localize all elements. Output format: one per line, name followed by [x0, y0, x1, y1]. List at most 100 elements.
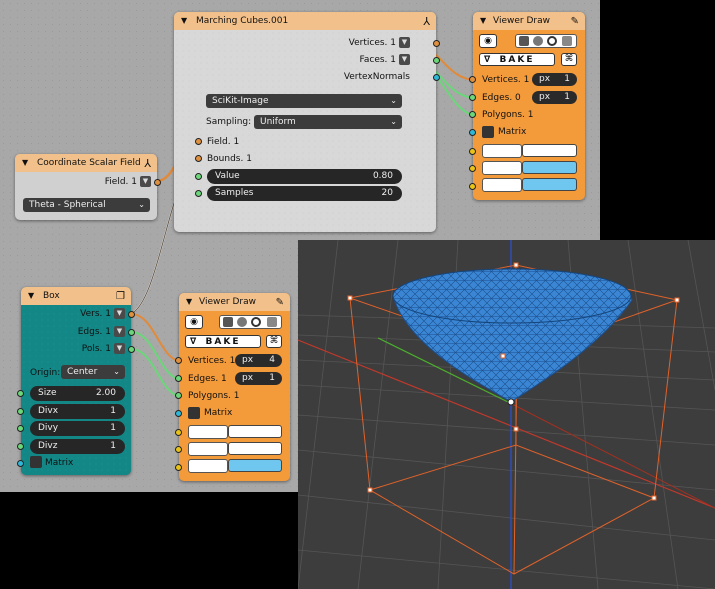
socket-vertices-in[interactable] [175, 357, 182, 364]
eye-icon[interactable]: ◉ [479, 34, 497, 48]
socket-polygons-in[interactable] [469, 111, 476, 118]
polygon-color-controls[interactable] [188, 459, 228, 473]
socket-faces-out[interactable] [433, 57, 440, 64]
socket-vers-out[interactable] [128, 311, 135, 318]
marching-cubes-header[interactable]: ▼ Marching Cubes.001 ⅄ [174, 12, 436, 30]
vertices-size-field[interactable]: px 4 [235, 354, 282, 367]
coordinate-field-header[interactable]: ▼ Coordinate Scalar Field ⅄ [15, 154, 157, 172]
wrench-icon: ⅄ [423, 15, 430, 28]
collapse-arrow-icon[interactable]: ▼ [480, 12, 486, 30]
vertex-color-swatch[interactable] [228, 425, 282, 438]
dropdown-icon[interactable]: ▼ [399, 54, 410, 65]
random-icon[interactable]: ⌘ [266, 335, 282, 348]
chevron-down-icon: ⌄ [138, 200, 145, 209]
value-field[interactable]: Value 0.80 [207, 169, 402, 184]
edge-color-controls[interactable] [188, 442, 228, 456]
edges-size-field[interactable]: px 1 [532, 91, 577, 104]
collapse-arrow-icon[interactable]: ▼ [181, 12, 187, 30]
viewer-bottom-title: Viewer Draw [199, 297, 256, 307]
link-icon[interactable] [562, 36, 572, 46]
socket-vertices-in[interactable] [469, 76, 476, 83]
socket-field-out[interactable] [154, 179, 161, 186]
circle-icon[interactable] [547, 36, 557, 46]
bake-button[interactable]: ∇ BAKE [185, 335, 261, 348]
viewer-top-header[interactable]: ▼ Viewer Draw ✎ [473, 12, 585, 30]
polygon-color-swatch[interactable] [228, 459, 282, 472]
box-node[interactable]: ▼ Box ❐ Vers. 1 ▼ Edgs. 1 ▼ Pols. 1 ▼ Origi… [17, 287, 135, 475]
collapse-arrow-icon[interactable]: ▼ [28, 287, 34, 305]
dropdown-icon[interactable]: ▼ [399, 37, 410, 48]
collapse-arrow-icon[interactable]: ▼ [186, 293, 192, 311]
socket-value-in[interactable] [195, 173, 202, 180]
method-select[interactable]: SciKit-Image ⌄ [206, 94, 402, 108]
display-mode-toggles[interactable] [515, 34, 577, 48]
cube-icon[interactable] [519, 36, 529, 46]
socket-field-in[interactable] [195, 138, 202, 145]
sphere-icon[interactable] [533, 36, 543, 46]
socket-edges-in[interactable] [175, 375, 182, 382]
divy-field[interactable]: Divy 1 [30, 421, 125, 436]
socket-bounds-in[interactable] [195, 155, 202, 162]
socket-matrix-in[interactable] [175, 410, 182, 417]
samples-field[interactable]: Samples 20 [207, 186, 402, 201]
socket-divx-in[interactable] [17, 408, 24, 415]
socket-polygons-in[interactable] [175, 392, 182, 399]
edge-color-swatch[interactable] [228, 442, 282, 455]
viewer-draw-node-bottom[interactable]: ▼ Viewer Draw ✎ ◉ ∇ BAKE ⌘ Vertices. 1 p… [175, 293, 290, 481]
polygon-color-swatch[interactable] [522, 178, 577, 191]
link-icon[interactable] [267, 317, 277, 327]
divx-value: 1 [110, 406, 116, 416]
viewer-bottom-header[interactable]: ▼ Viewer Draw ✎ [179, 293, 290, 311]
vertex-color-controls[interactable] [482, 144, 522, 158]
socket-color-1[interactable] [175, 429, 182, 436]
edge-color-swatch[interactable] [522, 161, 577, 174]
socket-color-1[interactable] [469, 148, 476, 155]
dropdown-icon[interactable]: ▼ [114, 326, 125, 337]
coordinate-mode-select[interactable]: Theta - Spherical ⌄ [23, 198, 150, 212]
box-header[interactable]: ▼ Box ❐ [21, 287, 131, 305]
vertices-size-field[interactable]: px 1 [532, 73, 577, 86]
dropdown-icon[interactable]: ▼ [114, 308, 125, 319]
circle-icon[interactable] [251, 317, 261, 327]
display-mode-toggles[interactable] [219, 315, 282, 329]
coordinate-scalar-field-node[interactable]: ▼ Coordinate Scalar Field ⅄ Field. 1 ▼ Th… [15, 154, 161, 220]
socket-edges-in[interactable] [469, 94, 476, 101]
random-icon[interactable]: ⌘ [561, 53, 577, 66]
3d-viewport[interactable] [298, 240, 715, 589]
edges-size-field[interactable]: px 1 [235, 372, 282, 385]
socket-vertices-out[interactable] [433, 40, 440, 47]
socket-pols-out[interactable] [128, 346, 135, 353]
divx-field[interactable]: Divx 1 [30, 404, 125, 419]
socket-box-matrix-in[interactable] [17, 460, 24, 467]
dropdown-icon[interactable]: ▼ [140, 176, 151, 187]
bake-button[interactable]: ∇ BAKE [479, 53, 555, 66]
marching-cubes-title: Marching Cubes.001 [196, 16, 289, 26]
socket-color-2[interactable] [175, 446, 182, 453]
divz-field[interactable]: Divz 1 [30, 439, 125, 454]
socket-color-2[interactable] [469, 165, 476, 172]
socket-vertexnormals-out[interactable] [433, 74, 440, 81]
socket-divz-in[interactable] [17, 443, 24, 450]
size-field[interactable]: Size 2.00 [30, 386, 125, 401]
cube-icon[interactable] [223, 317, 233, 327]
edge-color-controls[interactable] [482, 161, 522, 175]
vertex-color-controls[interactable] [188, 425, 228, 439]
marching-cubes-node[interactable]: ▼ Marching Cubes.001 ⅄ Vertices. 1 ▼ Face… [174, 12, 440, 232]
sphere-icon[interactable] [237, 317, 247, 327]
socket-color-3[interactable] [175, 464, 182, 471]
socket-matrix-in[interactable] [469, 129, 476, 136]
origin-select[interactable]: Center ⌄ [61, 365, 125, 379]
socket-edgs-out[interactable] [128, 329, 135, 336]
socket-samples-in[interactable] [195, 190, 202, 197]
socket-divy-in[interactable] [17, 425, 24, 432]
input-bounds-label: Bounds. 1 [207, 154, 252, 164]
dropdown-icon[interactable]: ▼ [114, 343, 125, 354]
viewer-draw-node-top[interactable]: ▼ Viewer Draw ✎ ◉ ∇ BAKE ⌘ Vertices. 1 p… [469, 12, 585, 200]
sampling-select[interactable]: Uniform ⌄ [254, 115, 402, 129]
eye-icon[interactable]: ◉ [185, 315, 203, 329]
collapse-arrow-icon[interactable]: ▼ [22, 154, 28, 172]
vertex-color-swatch[interactable] [522, 144, 577, 157]
socket-color-3[interactable] [469, 183, 476, 190]
polygon-color-controls[interactable] [482, 178, 522, 192]
socket-size-in[interactable] [17, 390, 24, 397]
